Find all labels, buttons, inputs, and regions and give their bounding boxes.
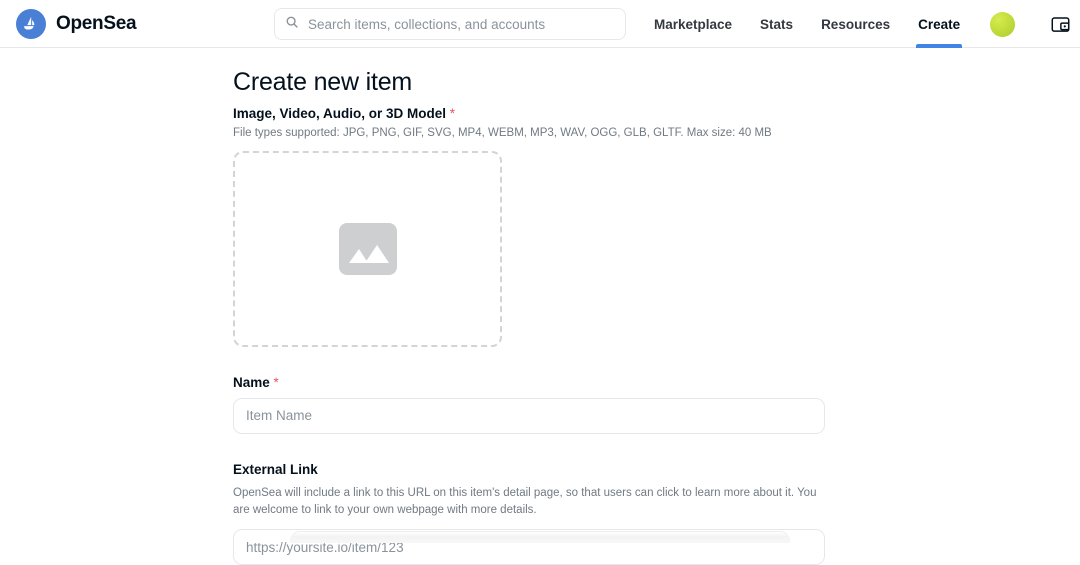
avatar[interactable] xyxy=(990,12,1015,37)
create-item-page: Create new item Image, Video, Audio, or … xyxy=(0,49,1080,565)
media-field-label-text: Image, Video, Audio, or 3D Model xyxy=(233,106,447,121)
nav-item-resources[interactable]: Resources xyxy=(807,0,904,48)
name-field-label-text: Name xyxy=(233,374,270,390)
page-title: Create new item xyxy=(233,68,413,96)
nav-item-marketplace[interactable]: Marketplace xyxy=(640,0,746,48)
name-field-label: Name * xyxy=(233,375,833,390)
external-link-description: OpenSea will include a link to this URL … xyxy=(233,486,817,517)
search-bar[interactable] xyxy=(274,8,626,40)
nav-item-label: Stats xyxy=(760,16,794,32)
nav-item-label: Create xyxy=(918,16,961,32)
media-field-label: Image, Video, Audio, or 3D Model * xyxy=(233,106,833,121)
create-item-form: Create new item Image, Video, Audio, or … xyxy=(233,68,833,565)
name-input[interactable] xyxy=(233,397,825,434)
media-help-text: File types supported: JPG, PNG, GIF, SVG… xyxy=(233,127,772,139)
search-input[interactable] xyxy=(308,9,615,39)
nav-item-label: Resources xyxy=(821,16,891,32)
nav-item-label: Marketplace xyxy=(654,16,733,32)
search-icon xyxy=(285,15,299,34)
nav-item-stats[interactable]: Stats xyxy=(746,0,807,48)
main-nav: Marketplace Stats Resources Create xyxy=(640,0,974,48)
brand-name: OpenSea xyxy=(56,12,137,34)
media-dropzone[interactable] xyxy=(233,150,502,347)
top-navigation-bar: OpenSea Marketplace Stats Resources Crea… xyxy=(0,0,1080,48)
opensea-sailboat-icon xyxy=(16,8,46,39)
external-link-section: External Link OpenSea will include a lin… xyxy=(233,462,833,565)
required-asterisk: * xyxy=(449,106,456,121)
name-section: Name * xyxy=(233,375,833,434)
image-placeholder-icon xyxy=(338,222,397,275)
external-link-label: External Link xyxy=(233,461,318,477)
brand-logo-link[interactable]: OpenSea xyxy=(16,8,137,39)
wallet-icon[interactable] xyxy=(1048,12,1072,36)
next-section-edge xyxy=(290,531,790,543)
required-asterisk: * xyxy=(273,374,279,390)
nav-item-create[interactable]: Create xyxy=(904,0,974,48)
